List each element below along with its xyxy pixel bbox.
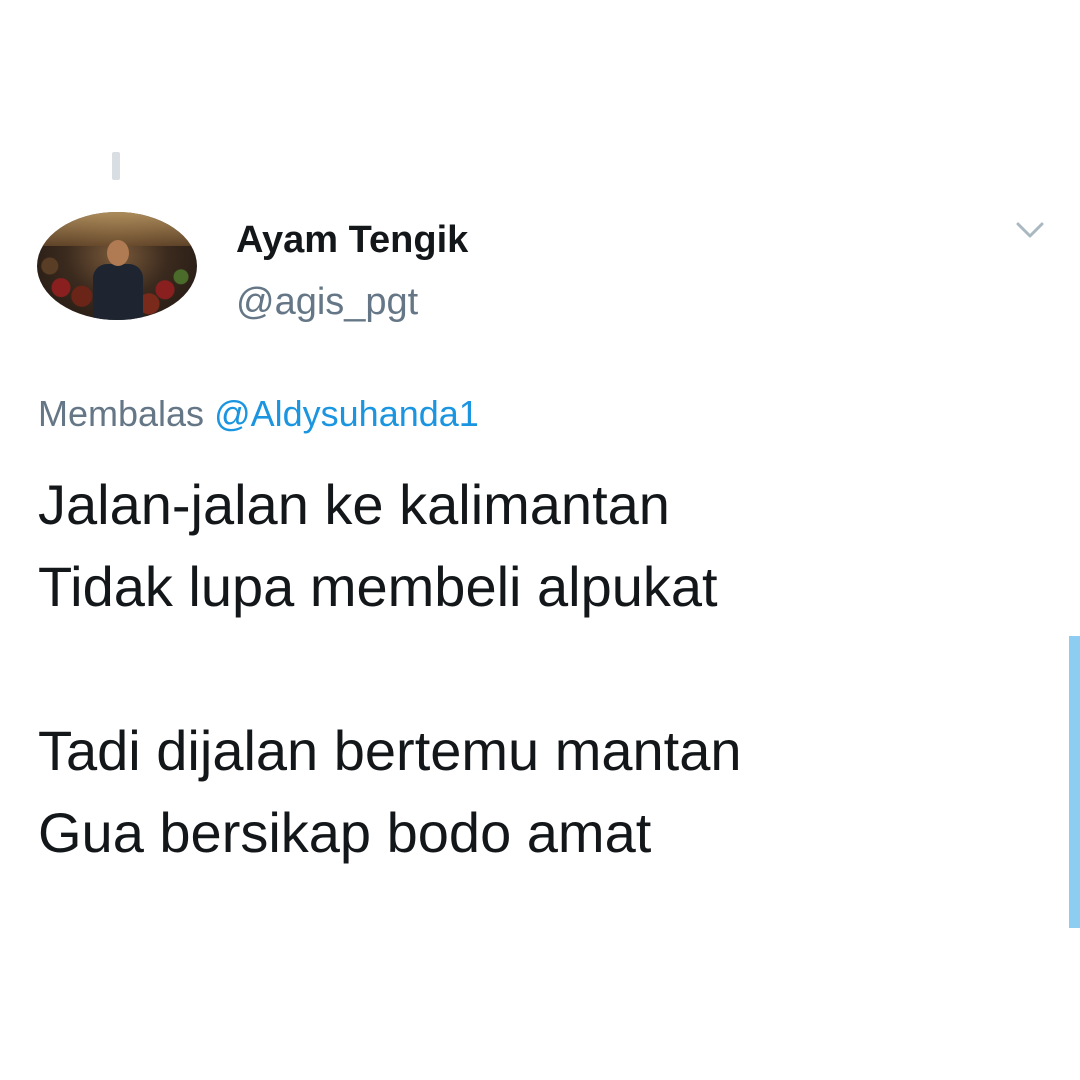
avatar-person-body [93, 264, 143, 320]
reply-mention-link[interactable]: @Aldysuhanda1 [214, 393, 479, 434]
chevron-down-icon[interactable] [1012, 212, 1048, 248]
avatar-person-head [107, 240, 129, 266]
reply-prefix: Membalas [38, 393, 205, 434]
tweet-text: Jalan-jalan ke kalimantan Tidak lupa mem… [38, 464, 1038, 874]
tweet-line: Jalan-jalan ke kalimantan [38, 473, 670, 536]
author-display-name[interactable]: Ayam Tengik [236, 218, 468, 262]
tweet-line: Tidak lupa membeli alpukat [38, 555, 718, 618]
scroll-indicator[interactable] [1069, 636, 1080, 928]
author-handle[interactable]: @agis_pgt [236, 280, 418, 324]
tweet-screen: Ayam Tengik @agis_pgt Membalas @Aldysuha… [0, 0, 1080, 1080]
avatar[interactable] [37, 212, 197, 320]
reply-context: Membalas @Aldysuhanda1 [38, 392, 479, 436]
tweet-line: Tadi dijalan bertemu mantan [38, 719, 742, 782]
tweet-line: Gua bersikap bodo amat [38, 801, 652, 864]
thread-connector-line [112, 152, 120, 180]
